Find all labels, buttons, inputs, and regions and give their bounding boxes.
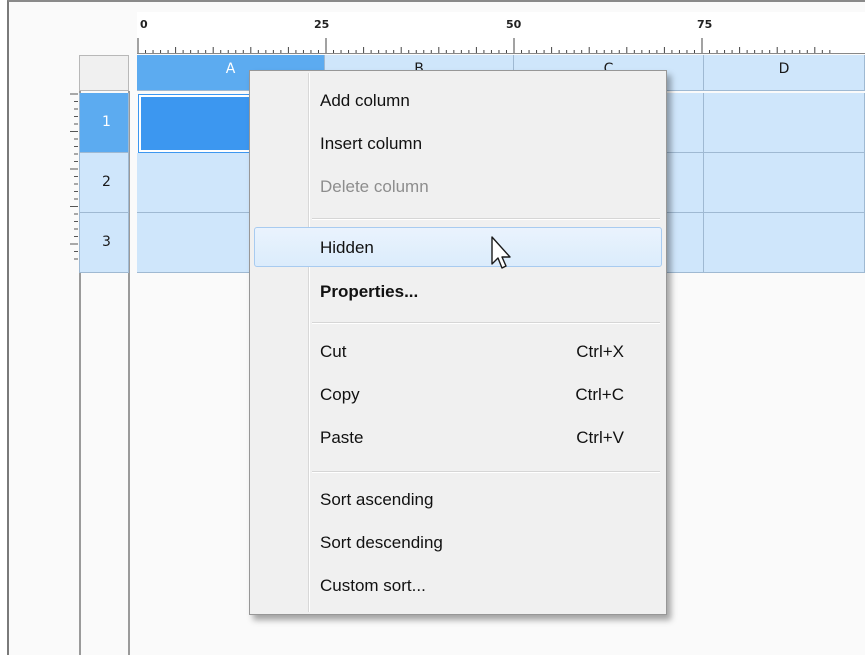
menu-item-cut[interactable]: Cut Ctrl+X [254, 332, 662, 372]
menu-item-sort-ascending[interactable]: Sort ascending [254, 480, 662, 520]
menu-item-hidden[interactable]: Hidden [254, 227, 662, 267]
menu-item-insert-column[interactable]: Insert column [254, 124, 662, 164]
cell-d1[interactable] [704, 93, 865, 153]
menu-item-delete-column: Delete column [254, 167, 662, 207]
menu-item-label: Insert column [320, 134, 423, 153]
menu-item-shortcut: Ctrl+X [576, 342, 624, 361]
menu-item-custom-sort[interactable]: Custom sort... [254, 566, 662, 606]
context-menu: Add column Insert column Delete column H… [249, 70, 667, 615]
menu-separator [312, 471, 660, 473]
menu-item-label: Custom sort... [320, 576, 426, 595]
menu-separator [312, 218, 660, 220]
ruler-ticks [137, 38, 865, 54]
menu-item-sort-descending[interactable]: Sort descending [254, 523, 662, 563]
row-header-3[interactable]: 3 [79, 213, 129, 273]
menu-item-label: Hidden [320, 238, 374, 257]
cell-d3[interactable] [704, 213, 865, 273]
horizontal-ruler: 0 25 50 75 [137, 12, 865, 54]
menu-item-shortcut: Ctrl+C [575, 385, 624, 404]
row-header-2[interactable]: 2 [79, 153, 129, 213]
menu-item-label: Sort ascending [320, 490, 434, 509]
menu-item-label: Cut [320, 342, 347, 361]
row-header-1[interactable]: 1 [79, 93, 129, 153]
menu-item-add-column[interactable]: Add column [254, 81, 662, 121]
menu-item-paste[interactable]: Paste Ctrl+V [254, 418, 662, 458]
menu-item-label: Copy [320, 385, 360, 404]
grid-corner[interactable] [79, 55, 129, 91]
menu-separator [312, 322, 660, 324]
menu-item-copy[interactable]: Copy Ctrl+C [254, 375, 662, 415]
menu-item-label: Delete column [320, 177, 429, 196]
vertical-ruler [70, 93, 78, 260]
mouse-pointer-icon [491, 236, 511, 269]
menu-item-properties[interactable]: Properties... [254, 272, 662, 312]
menu-item-label: Paste [320, 428, 364, 447]
menu-item-label: Add column [320, 91, 410, 110]
column-header-d[interactable]: D [704, 55, 865, 91]
cell-d2[interactable] [704, 153, 865, 213]
menu-item-label: Sort descending [320, 533, 443, 552]
menu-item-shortcut: Ctrl+V [576, 428, 624, 447]
menu-item-label: Properties... [320, 282, 419, 301]
